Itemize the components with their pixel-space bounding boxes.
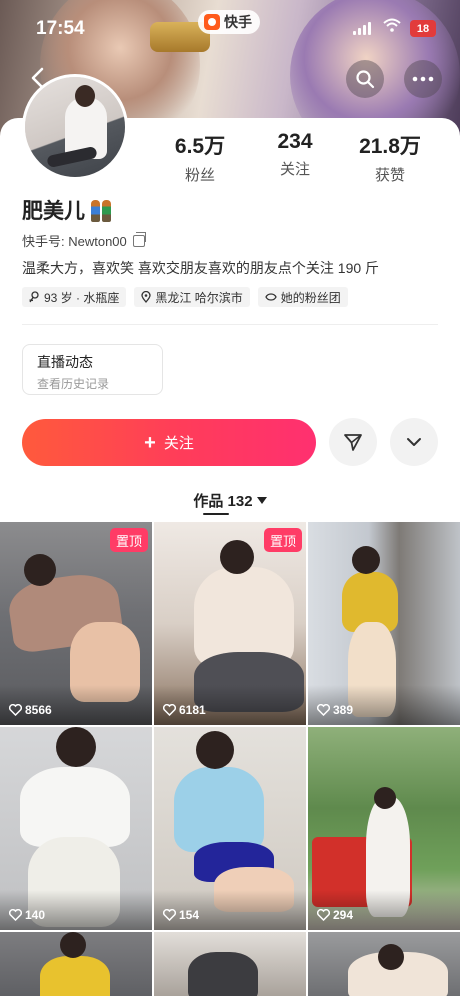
work-tile[interactable]: 154 [154,727,306,930]
profile-tags: 93 岁 · 水瓶座 黑龙江 哈尔滨市 她的粉丝团 [22,287,348,307]
work-likes: 389 [317,703,353,717]
work-likes: 154 [163,908,199,922]
work-likes-count: 6181 [179,703,206,717]
tag-age-text: 93 岁 · 水瓶座 [44,290,120,305]
stat-value: 6.5万 [174,135,226,158]
tag-location: 黑龙江 哈尔滨市 [134,287,250,307]
more-button[interactable] [404,60,442,98]
work-likes: 6181 [163,703,206,717]
plus-icon: + [144,431,156,454]
live-history-card[interactable]: 直播动态 查看历史记录 [22,344,163,395]
work-likes-count: 140 [25,908,46,922]
stat-following[interactable]: 234 关注 [250,130,340,179]
work-likes: 140 [9,908,45,922]
couple-emoji-icon [89,198,115,222]
stat-label: 关注 [279,161,310,178]
expand-button[interactable] [390,418,438,466]
work-tile[interactable]: 294 [308,727,460,930]
send-icon [344,434,362,451]
signal-icon [353,22,371,35]
work-likes-count: 294 [333,908,354,922]
tab-works-indicator [203,513,229,515]
work-tile[interactable]: 置顶 8566 [0,522,152,725]
tag-age: 93 岁 · 水瓶座 [22,287,127,307]
stat-fans[interactable]: 6.5万 粉丝 [155,130,245,185]
location-icon [141,291,152,303]
divider [22,324,438,325]
heart-icon [163,909,176,921]
more-icon [412,76,434,82]
stat-label: 粉丝 [184,167,215,184]
work-likes-count: 154 [179,908,200,922]
follow-label: 关注 [163,435,194,452]
work-tile[interactable] [308,932,460,996]
heart-icon [163,704,176,716]
copy-icon[interactable] [132,231,146,247]
work-tile[interactable] [154,932,306,996]
chevron-down-icon [407,438,421,446]
profile-name: 肥美儿 [22,195,115,225]
status-time: 17:54 [36,18,85,39]
profile-bio: 温柔大方，喜欢笑 喜欢交朋友喜欢的朋友点个关注 190 斤 [22,260,380,276]
tab-works[interactable]: 作品 132 [0,490,460,511]
works-grid: 置顶 8566 置顶 6181 389 140 154 294 [0,522,460,996]
heart-icon [9,909,22,921]
app-badge: 快手 [198,10,260,34]
app-badge-label: 快手 [224,14,252,30]
work-tile[interactable]: 140 [0,727,152,930]
work-tile[interactable] [0,932,152,996]
pinned-badge: 置顶 [109,528,148,552]
female-icon [29,291,39,303]
tag-fans-group[interactable]: 她的粉丝团 [257,287,348,307]
live-title: 直播动态 [37,354,93,370]
avatar[interactable] [22,74,128,180]
status-bar: 17:54 快手 18 [0,0,460,58]
wifi-icon [383,18,401,32]
fans-group-icon [264,293,277,301]
work-likes-count: 8566 [25,703,52,717]
follow-button[interactable]: + 关注 [22,419,316,466]
heart-icon [317,909,330,921]
work-likes: 294 [317,908,353,922]
work-tile[interactable]: 置顶 6181 [154,522,306,725]
stat-likes[interactable]: 21.8万 获赞 [345,130,435,185]
heart-icon [9,704,22,716]
tab-works-label: 作品 132 [193,493,253,510]
caret-down-icon [256,497,267,504]
share-button[interactable] [329,418,377,466]
work-likes-count: 389 [333,703,354,717]
kuaishou-logo-icon [204,14,220,30]
stat-value: 21.8万 [359,135,421,158]
battery-indicator: 18 [410,20,436,37]
stat-value: 234 [277,130,313,153]
live-subtitle: 查看历史记录 [37,377,110,391]
stat-label: 获赞 [374,167,405,184]
pinned-badge: 置顶 [263,528,302,552]
kuaishou-id: 快手号: Newton00 [22,231,146,250]
profile-name-text: 肥美儿 [22,200,85,223]
work-likes: 8566 [9,703,52,717]
kuaishou-id-text: 快手号: Newton00 [22,234,127,249]
tag-fans-group-text: 她的粉丝团 [280,290,341,305]
search-icon [356,70,375,89]
search-button[interactable] [346,60,384,98]
heart-icon [317,704,330,716]
work-tile[interactable]: 389 [308,522,460,725]
tag-location-text: 黑龙江 哈尔滨市 [155,290,243,305]
